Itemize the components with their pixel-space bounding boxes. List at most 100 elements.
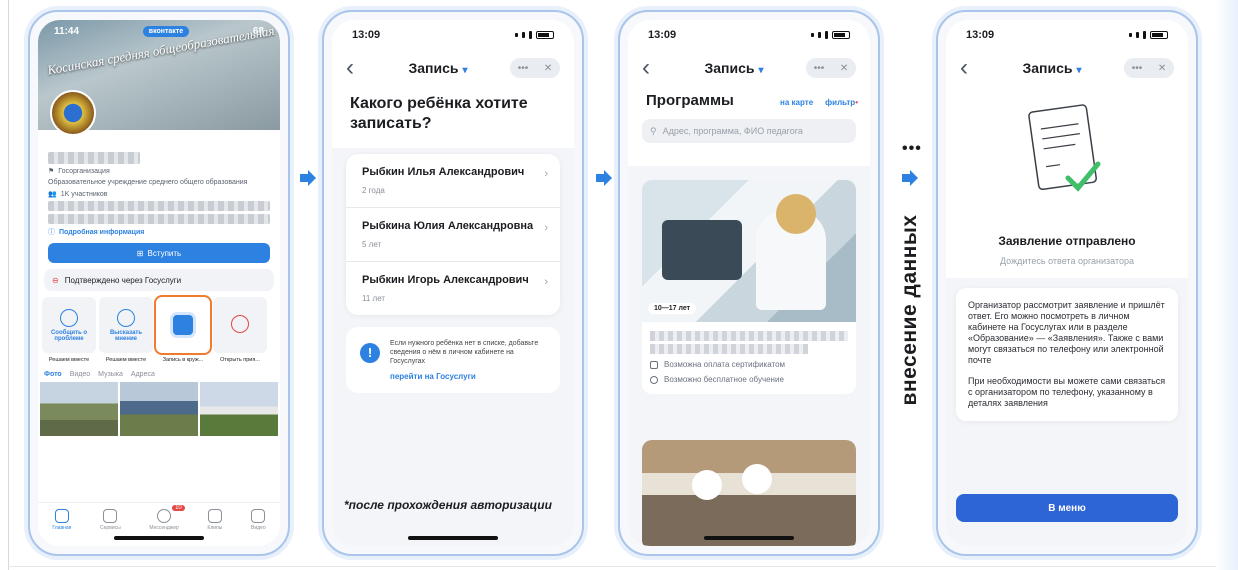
- list-item[interactable]: Рыбкин Игорь Александрович 11 лет ›: [346, 262, 560, 315]
- menu-button[interactable]: В меню: [956, 494, 1178, 522]
- grid-icon: [103, 509, 118, 523]
- success-subtitle: Дождитесь ответа организатора: [999, 256, 1135, 266]
- navbar: ‹ Запись ▾ ••• ✕: [332, 50, 574, 86]
- more-icon: •••: [813, 62, 825, 74]
- battery-icon: [832, 31, 850, 39]
- arrow-right-icon: [902, 170, 918, 186]
- search-icon: ⚲: [650, 125, 657, 136]
- search-input[interactable]: ⚲ Адрес, программа, ФИО педагога: [642, 119, 856, 143]
- page-title: Программы: [646, 92, 734, 109]
- signal-icons: [515, 31, 554, 39]
- tab-video[interactable]: Видео: [70, 371, 90, 378]
- missing-child-notice: ! Если нужного ребёнка нет в списке, доб…: [346, 327, 560, 393]
- back-chevron-icon[interactable]: ‹: [642, 56, 662, 80]
- description: Образовательное учреждение среднего обще…: [48, 179, 248, 186]
- nav-title[interactable]: Запись ▾: [662, 60, 806, 76]
- video-icon: [251, 509, 266, 523]
- tab-addresses[interactable]: Адреса: [131, 371, 155, 378]
- blurred-address: [48, 214, 270, 224]
- type-row: ⚑ Госорганизация: [48, 167, 270, 176]
- signal-icons: [1129, 31, 1168, 39]
- gosuslugi-link[interactable]: перейти на Госуслуги: [390, 372, 548, 381]
- photo-strip[interactable]: [40, 382, 278, 436]
- info-paragraph: Организатор рассмотрит заявление и пришл…: [968, 300, 1165, 365]
- more-info-link[interactable]: Подробная информация: [59, 229, 144, 236]
- list-item[interactable]: Рыбкина Юлия Александровна 5 лет ›: [346, 208, 560, 262]
- phone-vk-community: 11:44 вконтакте 68 Косинская средняя общ…: [28, 10, 290, 556]
- success-title: Заявление отправлено: [998, 234, 1136, 248]
- footnote: *после прохождения авторизации: [344, 498, 552, 512]
- info-paragraph: При необходимости вы можете сами связать…: [968, 376, 1166, 408]
- status-time: 13:09: [648, 29, 677, 41]
- close-icon: ✕: [543, 62, 553, 74]
- blurred-program-title: [642, 322, 856, 354]
- app-report-problem[interactable]: Сообщить о проблеме Решаем вместе: [42, 297, 96, 363]
- app-title: Сообщить о проблеме: [50, 329, 88, 342]
- tabbar-services[interactable]: Сервисы: [100, 509, 121, 531]
- miniapp-capsule[interactable]: ••• ✕: [1124, 58, 1174, 78]
- photo-thumb[interactable]: [120, 382, 198, 436]
- tab-music[interactable]: Музыка: [98, 371, 123, 378]
- back-chevron-icon[interactable]: ‹: [960, 56, 980, 80]
- back-chevron-icon[interactable]: ‹: [346, 56, 366, 80]
- app-share-opinion[interactable]: Высказать мнение Решаем вместе: [99, 297, 153, 363]
- more-info-row[interactable]: ⓘ Подробная информация: [48, 227, 270, 237]
- slide: 11:44 вконтакте 68 Косинская средняя общ…: [0, 0, 1238, 570]
- miniapp-capsule[interactable]: ••• ✕: [510, 58, 560, 78]
- chevron-down-icon: ▾: [1076, 65, 1082, 76]
- chat-icon: [157, 509, 172, 523]
- list-item[interactable]: Рыбкин Илья Александрович 2 года ›: [346, 154, 560, 208]
- bottom-rule: [8, 566, 1218, 567]
- program-card[interactable]: [642, 440, 856, 546]
- tab-photo[interactable]: Фото: [44, 371, 62, 378]
- close-icon: ✕: [1157, 62, 1167, 74]
- navbar: ‹ Запись ▾ ••• ✕: [628, 50, 870, 86]
- map-link[interactable]: на карте: [780, 98, 813, 107]
- tabbar-label: Клипы: [207, 525, 223, 531]
- app-caption: Решаем вместе: [48, 357, 90, 363]
- signal-icons: [811, 31, 850, 39]
- data-entry-label: внесение данных: [890, 205, 930, 415]
- members-row[interactable]: 👥 1K участников: [48, 190, 270, 199]
- miniapp-capsule[interactable]: ••• ✕: [806, 58, 856, 78]
- photo-thumb[interactable]: [40, 382, 118, 436]
- enrollment-app-icon: [170, 312, 196, 338]
- blurred-name: [48, 152, 140, 164]
- child-age: 11 лет: [362, 294, 386, 303]
- left-rule: [8, 0, 9, 570]
- search-placeholder: Адрес, программа, ФИО педагога: [662, 126, 803, 136]
- tabbar-video[interactable]: Видео: [251, 509, 266, 531]
- community-avatar[interactable]: [50, 90, 96, 136]
- home-indicator: [704, 536, 794, 540]
- app-caption: Запись в круж...: [162, 357, 204, 363]
- exclamation-icon: !: [360, 343, 380, 363]
- feature-text: Возможно бесплатное обучение: [664, 375, 784, 384]
- status-bar: 13:09: [628, 20, 870, 50]
- nav-title[interactable]: Запись ▾: [980, 60, 1124, 76]
- child-name: Рыбкина Юлия Александровна: [362, 220, 534, 232]
- gift-icon: [650, 375, 658, 384]
- tabbar-home[interactable]: Главная: [52, 509, 71, 531]
- tabbar-messenger[interactable]: 10 Мессенджер: [149, 505, 185, 531]
- phone-programs: 13:09 ‹ Запись ▾ ••• ✕ Программы на карте …: [618, 10, 880, 556]
- photo-thumb[interactable]: [200, 382, 278, 436]
- chevron-down-icon: ▾: [758, 65, 764, 76]
- clips-icon: [207, 509, 222, 523]
- opinion-icon: [117, 308, 135, 327]
- tabbar-clips[interactable]: Клипы: [207, 509, 222, 531]
- unread-badge: 10: [172, 505, 185, 511]
- nav-title[interactable]: Запись ▾: [366, 60, 510, 76]
- arrow-right-icon: [596, 170, 612, 186]
- vk-app-pill[interactable]: вконтакте: [142, 26, 190, 37]
- gosuslugi-verified-row[interactable]: ⊖ Подтверждено через Госуслуги: [44, 269, 274, 291]
- app-open-reception[interactable]: Открыть прия...: [213, 297, 267, 363]
- status-bar: 13:09: [332, 20, 574, 50]
- app-club-enrollment[interactable]: Запись в круж...: [154, 295, 212, 363]
- program-card[interactable]: 10—17 лет Возможна оплата сертификатом В…: [642, 180, 856, 394]
- child-name: Рыбкин Игорь Александрович: [362, 274, 529, 286]
- tabbar-label: Сервисы: [100, 525, 121, 531]
- vertical-label-text: внесение данных: [898, 214, 921, 406]
- filter-link[interactable]: фильтр•: [825, 98, 858, 107]
- join-button[interactable]: ⊞ Вступить: [48, 243, 270, 263]
- community-info: ⚑ Госорганизация Образовательное учрежде…: [38, 130, 280, 436]
